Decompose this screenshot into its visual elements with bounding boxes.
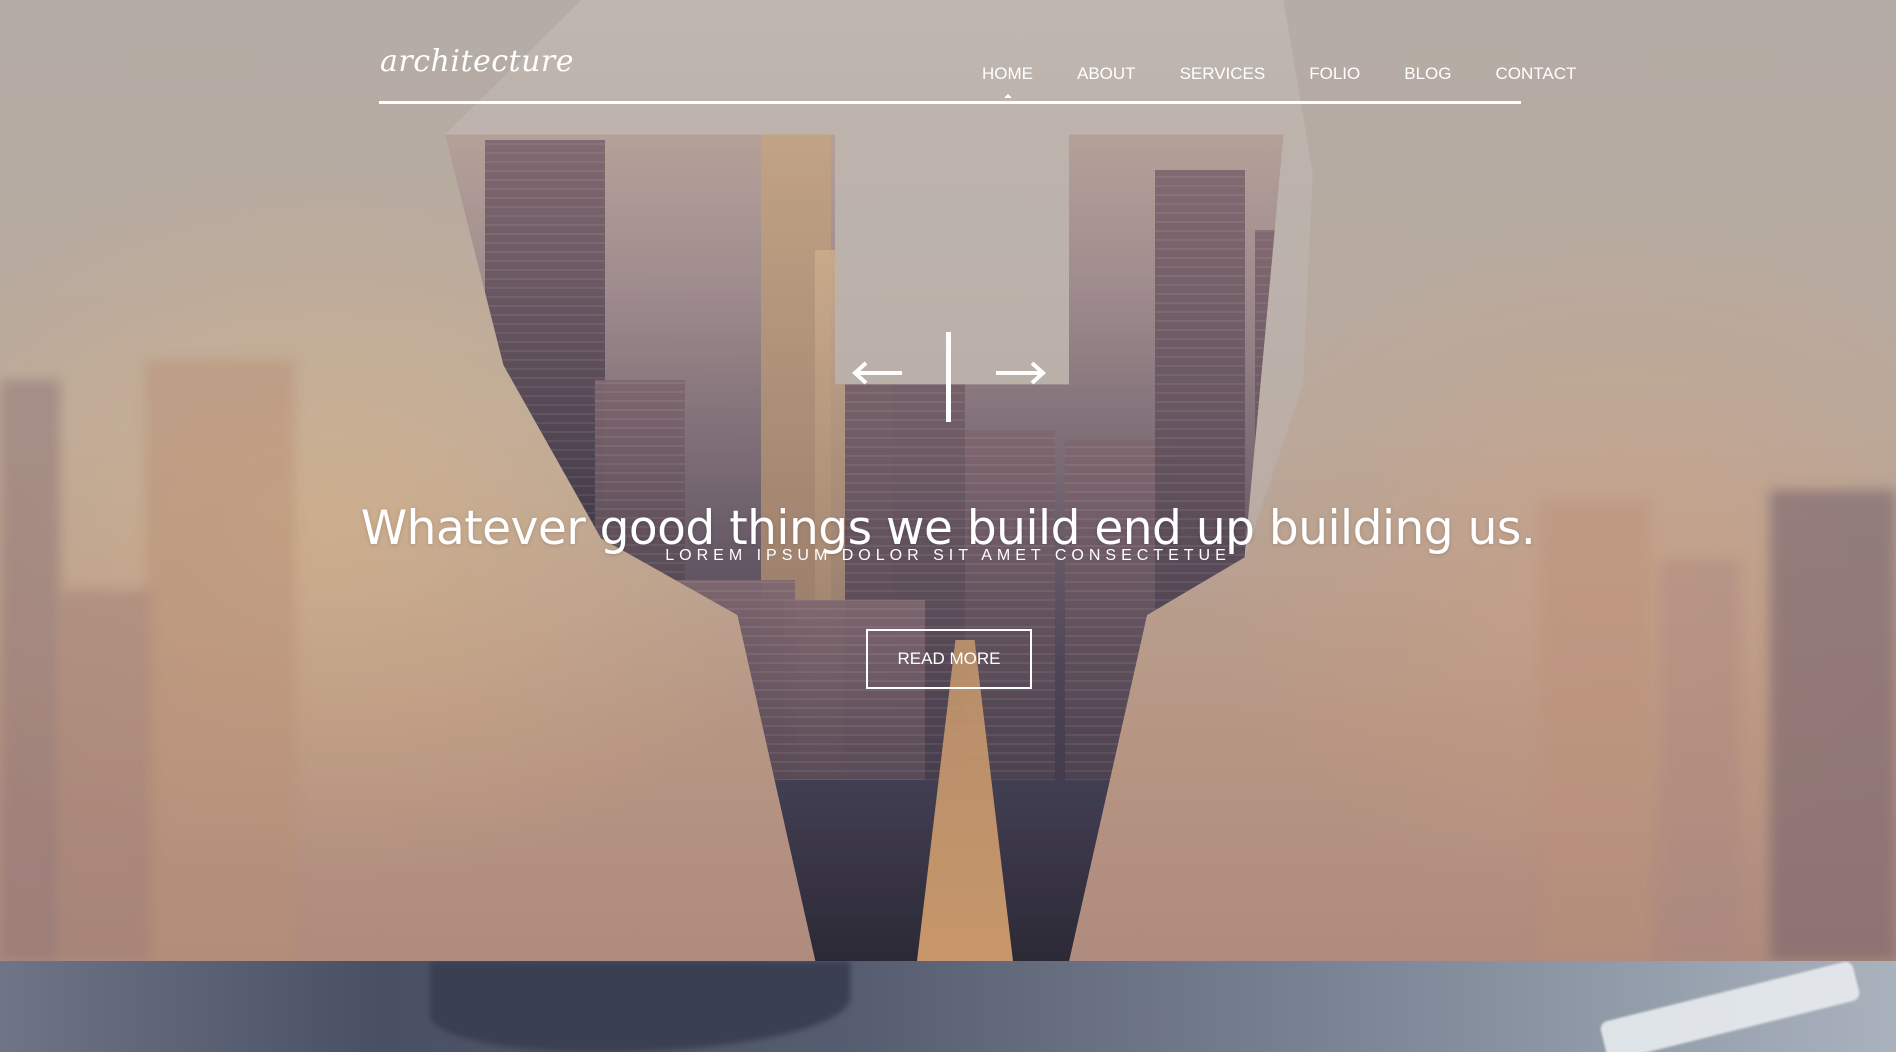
hero-subheading: LOREM IPSUM DOLOR SIT AMET CONSECTETUE — [665, 547, 1231, 564]
nav-item-folio[interactable]: FOLIO — [1287, 64, 1382, 84]
main-nav: HOME ABOUT SERVICES FOLIO BLOG CONTACT — [960, 64, 1598, 84]
slider-next-button[interactable] — [992, 355, 1048, 391]
next-section-image — [0, 961, 1896, 1052]
hero-background — [0, 0, 1896, 961]
nav-item-blog[interactable]: BLOG — [1382, 64, 1473, 84]
image-shape — [430, 961, 850, 1052]
nav-item-services[interactable]: SERVICES — [1158, 64, 1288, 84]
nav-item-about[interactable]: ABOUT — [1055, 64, 1158, 84]
slider-divider — [946, 332, 951, 422]
read-more-button[interactable]: READ MORE — [866, 629, 1032, 689]
image-shape — [1599, 961, 1861, 1052]
color-overlay — [0, 0, 1896, 961]
slider-prev-button[interactable] — [850, 355, 906, 391]
nav-item-contact[interactable]: CONTACT — [1474, 64, 1599, 84]
nav-item-home[interactable]: HOME — [960, 64, 1055, 84]
arrow-right-icon — [996, 361, 1046, 385]
arrow-left-icon — [852, 361, 902, 385]
site-logo[interactable]: architecture — [380, 44, 574, 79]
header-divider — [379, 101, 1521, 104]
